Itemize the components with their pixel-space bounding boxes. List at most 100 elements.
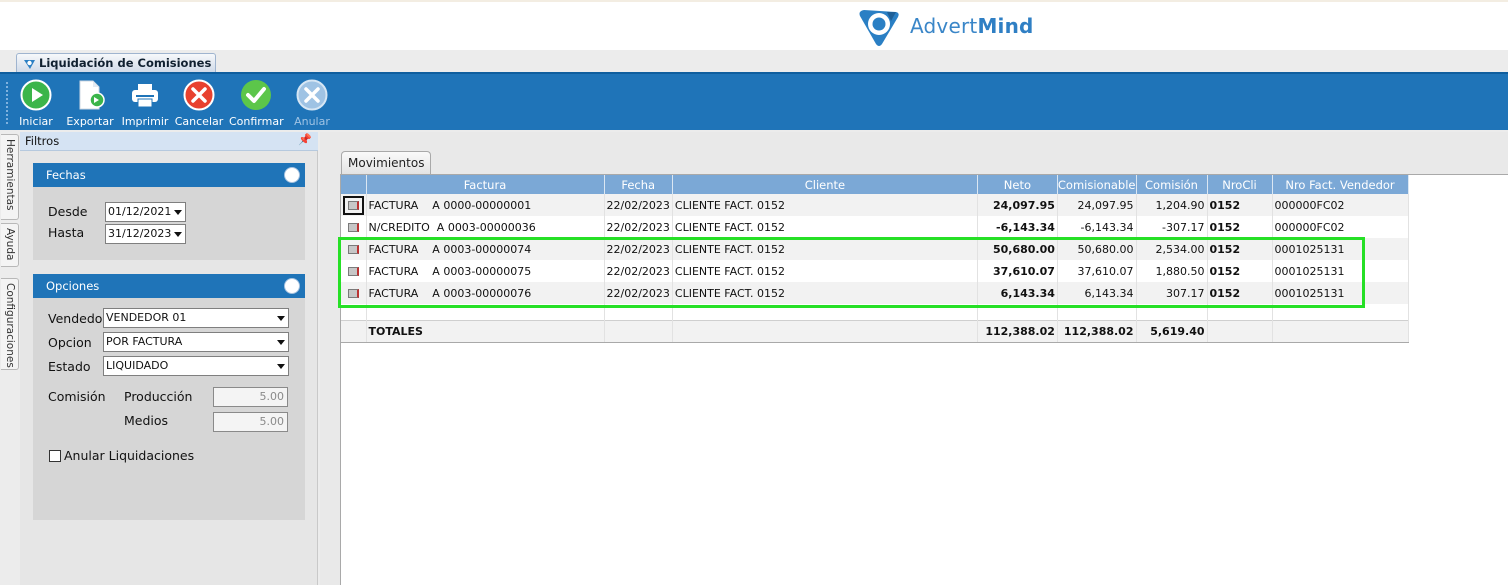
exportar-button[interactable]: Exportar <box>63 79 117 129</box>
document-tab[interactable]: Liquidación de Comisiones <box>16 53 217 73</box>
row-selector[interactable] <box>341 194 367 216</box>
pin-icon[interactable]: 📌 <box>298 133 312 146</box>
totals-label: TOTALES <box>366 319 605 343</box>
produccion-input[interactable]: 5.00 <box>213 387 288 407</box>
void-icon <box>296 79 328 111</box>
totals-row: TOTALES 112,388.02 112,388.02 5,619.40 <box>341 319 1409 343</box>
anular-label: Anular <box>294 115 330 128</box>
totals-selector-cell <box>341 319 367 343</box>
collapse-icon[interactable] <box>284 278 300 294</box>
tab-movimientos[interactable]: Movimientos <box>341 151 432 175</box>
toolbar-grip[interactable] <box>6 82 8 124</box>
opcion-select[interactable]: POR FACTURA <box>103 332 289 352</box>
produccion-value: 5.00 <box>259 390 285 403</box>
estado-label: Estado <box>48 359 91 374</box>
cell-factura: N/CREDITO A 0003-00000036 <box>366 216 605 238</box>
column-header-factura[interactable]: Factura <box>366 175 605 194</box>
column-header-comision[interactable]: Comisión <box>1136 175 1208 194</box>
chevron-down-icon[interactable] <box>277 340 285 345</box>
desde-value: 01/12/2021 <box>108 205 172 218</box>
estado-value: LIQUIDADO <box>106 359 169 372</box>
totals-comision: 5,619.40 <box>1136 319 1208 343</box>
chevron-down-icon[interactable] <box>277 316 285 321</box>
table-row[interactable]: FACTURA A 0000-00000001 22/02/2023 CLIEN… <box>341 194 1409 216</box>
side-tabs: Herramientas Ayuda Configuraciones <box>0 132 20 585</box>
tab-configuraciones-label: Configuraciones <box>4 283 16 368</box>
desde-date-field[interactable]: 01/12/2021 <box>105 202 186 222</box>
medios-input[interactable]: 5.00 <box>213 412 288 432</box>
fechas-title: Fechas <box>46 168 86 182</box>
document-tab-label: Liquidación de Comisiones <box>39 56 212 70</box>
filtros-panel: Filtros 📌 Fechas Desde 01/12/2021 Hasta … <box>20 132 318 585</box>
column-header-nro-fact-vendedor[interactable]: Nro Fact. Vendedor <box>1272 175 1409 194</box>
anular-liquidaciones-label: Anular Liquidaciones <box>64 448 195 463</box>
vendedor-select[interactable]: VENDEDOR 01 <box>103 308 289 328</box>
anular-liquidaciones-checkbox[interactable] <box>49 450 61 462</box>
iniciar-button[interactable]: Iniciar <box>9 79 63 129</box>
brand-light: Advert <box>910 14 978 38</box>
imprimir-button[interactable]: Imprimir <box>118 79 172 129</box>
column-header-neto[interactable]: Neto <box>977 175 1058 194</box>
cell-nrocli: 0152 <box>1207 216 1273 238</box>
advertmind-logo: AdvertMind <box>856 4 1034 48</box>
totals-empty-cell <box>1272 319 1409 343</box>
hasta-value: 31/12/2023 <box>108 227 172 240</box>
filtros-header: Filtros <box>20 132 318 151</box>
top-banner <box>0 0 1508 50</box>
column-header-selector[interactable] <box>341 175 367 194</box>
cell-comision: 1,204.90 <box>1136 194 1208 216</box>
exportar-label: Exportar <box>66 115 114 128</box>
medios-value: 5.00 <box>259 415 285 428</box>
brand-bold: Mind <box>977 14 1034 38</box>
totals-empty-cell <box>672 319 978 343</box>
row-document-icon[interactable] <box>342 196 364 215</box>
confirmar-button[interactable]: Confirmar <box>229 79 284 129</box>
tab-ayuda[interactable]: Ayuda <box>1 223 19 267</box>
column-header-nrocli[interactable]: NroCli <box>1207 175 1273 194</box>
table-row[interactable]: N/CREDITO A 0003-00000036 22/02/2023 CLI… <box>341 216 1409 238</box>
row-selector[interactable] <box>341 216 367 238</box>
anular-button[interactable]: Anular <box>285 79 339 129</box>
printer-icon <box>132 84 158 108</box>
toolbar: Iniciar Exportar Imprimir Cancelar Confi… <box>0 72 1508 130</box>
tab-ayuda-label: Ayuda <box>4 228 16 261</box>
vendedor-value: VENDEDOR 01 <box>106 311 187 324</box>
chevron-down-icon[interactable] <box>174 232 182 237</box>
highlight-box <box>338 237 1365 308</box>
desde-label: Desde <box>48 204 88 219</box>
cancelar-label: Cancelar <box>174 115 224 128</box>
column-header-comisionable[interactable]: Comisionable <box>1057 175 1137 194</box>
totals-empty-cell <box>604 319 673 343</box>
confirmar-label: Confirmar <box>229 115 284 128</box>
opcion-value: POR FACTURA <box>106 335 183 348</box>
opciones-header[interactable]: Opciones <box>33 274 305 298</box>
fechas-header[interactable]: Fechas <box>33 163 305 187</box>
opciones-group: Opciones Vendedor VENDEDOR 01 Opcion POR… <box>33 274 305 520</box>
opcion-label: Opcion <box>48 335 92 350</box>
chevron-down-icon[interactable] <box>277 364 285 369</box>
hasta-label: Hasta <box>48 225 85 240</box>
cell-fecha: 22/02/2023 <box>604 194 673 216</box>
cell-comisionable: -6,143.34 <box>1057 216 1137 238</box>
cancelar-button[interactable]: Cancelar <box>172 79 226 129</box>
advertmind-logo-icon <box>859 10 899 46</box>
medios-label: Medios <box>124 413 169 428</box>
export-icon <box>79 80 105 110</box>
tab-configuraciones[interactable]: Configuraciones <box>1 278 19 370</box>
cancel-icon <box>183 79 215 111</box>
play-icon <box>20 79 52 111</box>
row-document-icon[interactable] <box>347 223 359 232</box>
totals-neto: 112,388.02 <box>977 319 1058 343</box>
hasta-date-field[interactable]: 31/12/2023 <box>105 224 186 244</box>
comision-label: Comisión <box>48 389 106 404</box>
collapse-icon[interactable] <box>284 167 300 183</box>
tab-herramientas[interactable]: Herramientas <box>1 134 19 220</box>
grid-header-row: Factura Fecha Cliente Neto Comisionable … <box>341 175 1409 194</box>
estado-select[interactable]: LIQUIDADO <box>103 356 289 376</box>
chevron-down-icon[interactable] <box>174 210 182 215</box>
column-header-fecha[interactable]: Fecha <box>604 175 673 194</box>
column-header-cliente[interactable]: Cliente <box>672 175 978 194</box>
fechas-group: Fechas Desde 01/12/2021 Hasta 31/12/2023 <box>33 163 305 260</box>
cell-comision: -307.17 <box>1136 216 1208 238</box>
cell-cliente: CLIENTE FACT. 0152 <box>672 194 978 216</box>
